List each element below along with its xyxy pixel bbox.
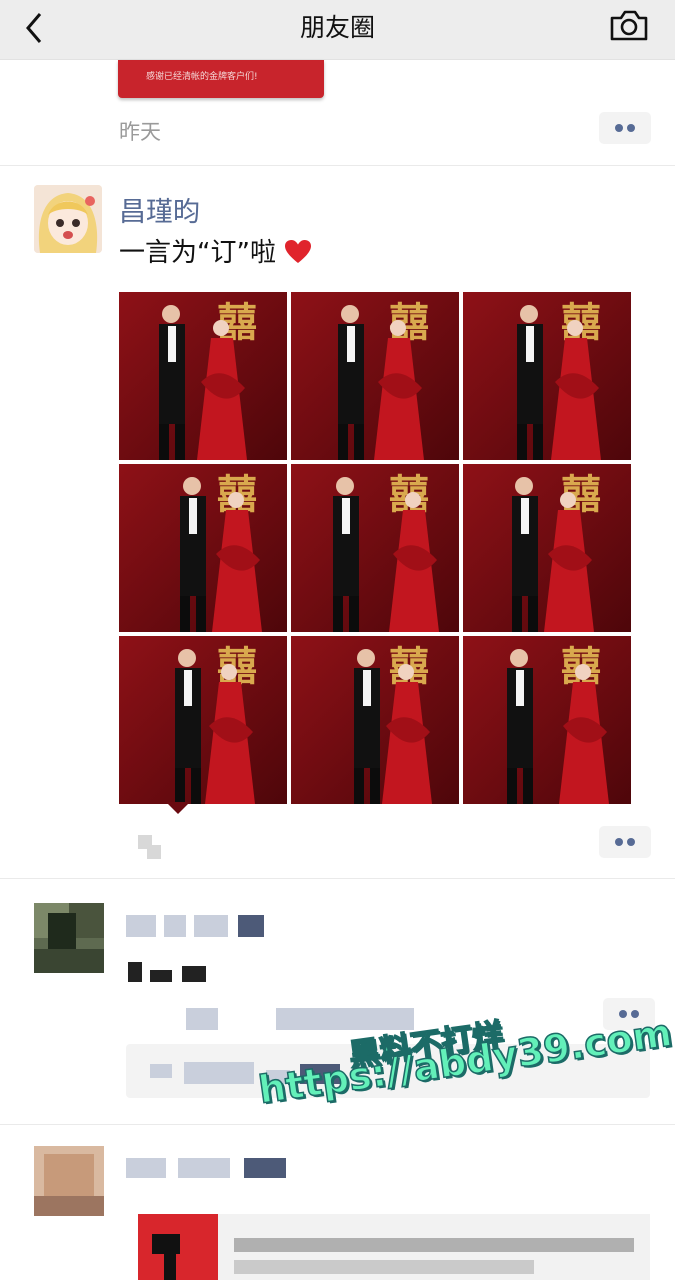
user-name[interactable]: 昌瑾昀 xyxy=(119,190,200,229)
blurred-meta xyxy=(186,1008,218,1030)
photo-grid: 囍囍囍囍囍囍囍囍囍 xyxy=(119,292,631,804)
photo-thumbnail[interactable]: 囍 xyxy=(119,636,287,804)
blurred-name xyxy=(238,915,264,937)
photo-thumbnail[interactable]: 囍 xyxy=(291,464,459,632)
post-text: 一言为“订”啦 xyxy=(119,232,312,269)
photo-thumbnail[interactable]: 囍 xyxy=(463,464,631,632)
promo-banner-image[interactable]: 感谢已经清帐的金牌客户们! xyxy=(118,60,324,98)
divider xyxy=(0,878,675,879)
divider xyxy=(0,165,675,166)
avatar[interactable] xyxy=(34,185,102,253)
blurred-text xyxy=(128,962,142,982)
avatar[interactable] xyxy=(34,1146,104,1216)
post-time: 昨天 xyxy=(119,120,161,144)
more-actions-button[interactable] xyxy=(599,112,651,144)
heart-icon xyxy=(285,240,312,263)
blurred-name xyxy=(178,1158,230,1178)
more-actions-button[interactable] xyxy=(599,826,651,858)
photo-thumbnail[interactable]: 囍 xyxy=(291,292,459,460)
photo-thumbnail[interactable]: 囍 xyxy=(119,292,287,460)
page-title: 朋友圈 xyxy=(299,13,375,42)
banner-text: 感谢已经清帐的金牌客户们! xyxy=(146,72,258,82)
blurred-name xyxy=(126,915,156,937)
nav-bar: 朋友圈 xyxy=(0,0,675,60)
blurred-location xyxy=(147,845,161,859)
blurred-text xyxy=(150,970,172,982)
photo-notch xyxy=(166,802,190,814)
blurred-name xyxy=(164,915,186,937)
blurred-name xyxy=(244,1158,286,1178)
divider xyxy=(0,1124,675,1125)
blurred-name xyxy=(126,1158,166,1178)
photo-thumbnail[interactable]: 囍 xyxy=(463,292,631,460)
photo-thumbnail[interactable]: 囍 xyxy=(119,464,287,632)
photo-thumbnail[interactable]: 囍 xyxy=(463,636,631,804)
link-card[interactable] xyxy=(138,1214,650,1280)
blurred-name xyxy=(194,915,228,937)
avatar[interactable] xyxy=(34,903,104,973)
blurred-text xyxy=(182,966,206,982)
post-text-content: 一言为“订”啦 xyxy=(119,238,276,268)
camera-icon[interactable] xyxy=(609,8,649,42)
photo-thumbnail[interactable]: 囍 xyxy=(291,636,459,804)
